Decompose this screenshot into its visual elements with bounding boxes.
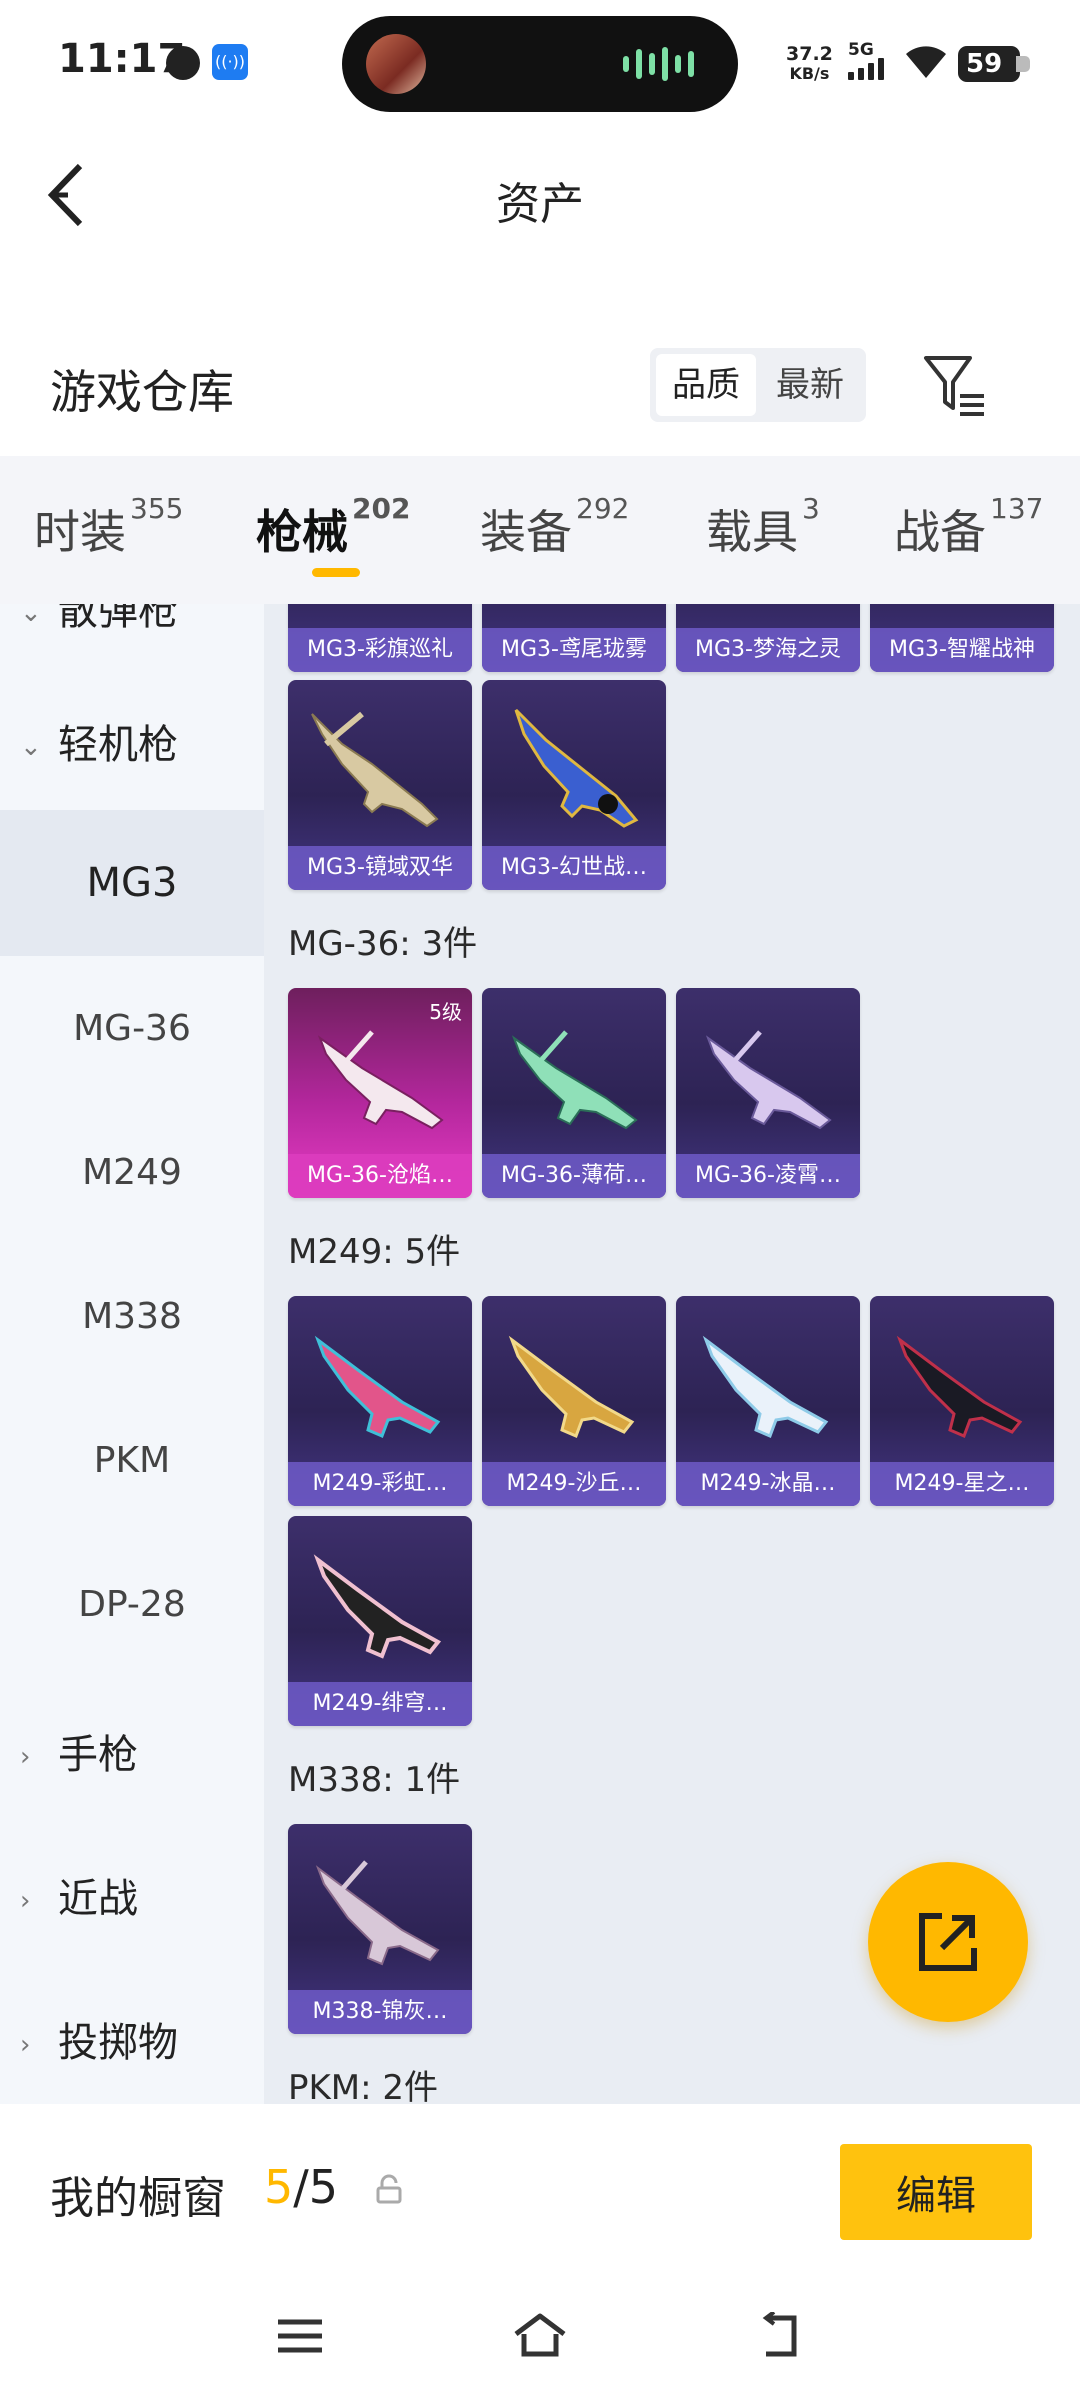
sidebar-item-m338[interactable]: M338 bbox=[0, 1296, 264, 1337]
weapon-image-icon bbox=[896, 1335, 1023, 1438]
weapon-image-icon bbox=[511, 1030, 638, 1130]
group-title-m249: M249: 5件 bbox=[288, 1232, 461, 1272]
weapon-card[interactable]: MG3-智耀战神 bbox=[870, 604, 1054, 672]
wifi-icon bbox=[906, 46, 946, 78]
weapon-card[interactable]: MG3-鸢尾珑雾 bbox=[482, 604, 666, 672]
sidebar-item-dp28[interactable]: DP-28 bbox=[0, 1584, 264, 1625]
sidebar-group-melee[interactable]: › 近战 bbox=[20, 1866, 138, 1924]
chevron-right-icon: › bbox=[20, 1742, 31, 1772]
tab-equipment[interactable]: 装备 292 bbox=[480, 492, 629, 562]
album-art-icon bbox=[366, 34, 426, 94]
weapon-image-icon bbox=[314, 1335, 441, 1438]
back-icon[interactable] bbox=[752, 2312, 808, 2360]
group-title-mg36: MG-36: 3件 bbox=[288, 924, 478, 964]
home-icon[interactable] bbox=[512, 2312, 568, 2360]
weapon-image-icon bbox=[514, 708, 639, 828]
signal-icon bbox=[848, 58, 884, 80]
battery-icon: 59 bbox=[958, 46, 1030, 82]
edit-button[interactable]: 编辑 bbox=[840, 2144, 1032, 2240]
broadcast-icon: ((·)) bbox=[212, 44, 248, 80]
weapon-card[interactable]: M338-锦灰… bbox=[288, 1824, 472, 2034]
sidebar-item-mg3[interactable]: MG3 bbox=[0, 810, 264, 956]
chevron-down-icon: ⌄ bbox=[20, 604, 42, 628]
showcase-label: 我的橱窗 bbox=[50, 2173, 226, 2224]
sidebar-item-mg36[interactable]: MG-36 bbox=[0, 1008, 264, 1049]
app-notification-icon bbox=[166, 46, 200, 80]
menu-icon[interactable] bbox=[272, 2312, 328, 2360]
weapon-card[interactable]: MG-36-薄荷… bbox=[482, 988, 666, 1198]
category-tabs: 时装 355 枪械 202 装备 292 载具 3 战备 137 bbox=[0, 456, 1080, 604]
weapon-image-icon bbox=[313, 1554, 442, 1659]
weapon-card[interactable]: M249-绯穹… bbox=[288, 1516, 472, 1726]
group-title-m338: M338: 1件 bbox=[288, 1760, 461, 1800]
sidebar-group-lmg[interactable]: ⌄ 轻机枪 bbox=[20, 712, 178, 770]
showcase-count: 5/5 bbox=[264, 2160, 339, 2214]
sort-newest-button[interactable]: 最新 bbox=[760, 354, 860, 416]
chevron-right-icon: › bbox=[20, 2030, 31, 2060]
weapon-image-icon bbox=[508, 1335, 635, 1438]
active-tab-indicator bbox=[312, 568, 360, 577]
weapon-card[interactable]: M249-沙丘… bbox=[482, 1296, 666, 1506]
sort-quality-button[interactable]: 品质 bbox=[656, 354, 756, 416]
tab-fashion[interactable]: 时装 355 bbox=[34, 492, 183, 562]
weapon-card[interactable]: 5级 MG-36-沧焰… bbox=[288, 988, 472, 1198]
weapon-card[interactable]: MG3-梦海之灵 bbox=[676, 604, 860, 672]
filter-icon[interactable] bbox=[920, 352, 990, 422]
network-type: 5G bbox=[848, 40, 874, 60]
weapon-card[interactable]: M249-彩虹… bbox=[288, 1296, 472, 1506]
weapon-image-icon bbox=[317, 1030, 444, 1130]
sort-toggle: 品质 最新 bbox=[650, 348, 866, 422]
lock-icon bbox=[376, 2174, 402, 2204]
weapon-image-icon bbox=[702, 1335, 829, 1438]
weapon-card[interactable]: M249-冰晶… bbox=[676, 1296, 860, 1506]
sidebar-group-pistol[interactable]: › 手枪 bbox=[20, 1722, 138, 1780]
sidebar-item-pkm[interactable]: PKM bbox=[0, 1440, 264, 1481]
weapon-sidebar: ⌄ 散弹枪 ⌄ 轻机枪 MG3 MG-36 M249 M338 PKM DP-28 … bbox=[0, 604, 264, 2104]
weapon-card[interactable]: MG3-镜域双华 bbox=[288, 680, 472, 890]
weapon-image-icon bbox=[705, 1030, 832, 1130]
showcase-bar: 我的橱窗 5/5 编辑 bbox=[0, 2104, 1080, 2400]
group-title-pkm: PKM: 2件 bbox=[288, 2068, 439, 2104]
share-icon bbox=[919, 1913, 977, 1971]
weapon-card[interactable]: MG3-彩旗巡礼 bbox=[288, 604, 472, 672]
weapon-card[interactable]: M249-星之… bbox=[870, 1296, 1054, 1506]
weapon-image-icon bbox=[315, 1860, 440, 1966]
share-button[interactable] bbox=[868, 1862, 1028, 2022]
chevron-down-icon: ⌄ bbox=[20, 732, 42, 762]
audio-wave-icon bbox=[623, 46, 694, 82]
sidebar-item-m249[interactable]: M249 bbox=[0, 1152, 264, 1193]
weapon-card[interactable]: MG3-幻世战… bbox=[482, 680, 666, 890]
tab-tactical[interactable]: 战备 137 bbox=[894, 492, 1043, 562]
section-title: 游戏仓库 bbox=[50, 365, 234, 419]
weapon-image-icon bbox=[311, 711, 439, 828]
sidebar-group-shotgun[interactable]: ⌄ 散弹枪 bbox=[20, 604, 178, 636]
weapon-card[interactable]: MG-36-凌霄… bbox=[676, 988, 860, 1198]
tab-weapons[interactable]: 枪械 202 bbox=[256, 492, 410, 562]
status-bar: 11:17 ((·)) 37.2 KB/s 5G 59 bbox=[0, 0, 1080, 130]
page-title: 资产 bbox=[496, 179, 584, 230]
tab-vehicles[interactable]: 载具 3 bbox=[706, 492, 820, 562]
chevron-right-icon: › bbox=[20, 1886, 31, 1916]
sidebar-group-throwable[interactable]: › 投掷物 bbox=[20, 2010, 178, 2068]
network-speed: 37.2 KB/s bbox=[786, 43, 833, 83]
dynamic-island[interactable] bbox=[342, 16, 738, 112]
